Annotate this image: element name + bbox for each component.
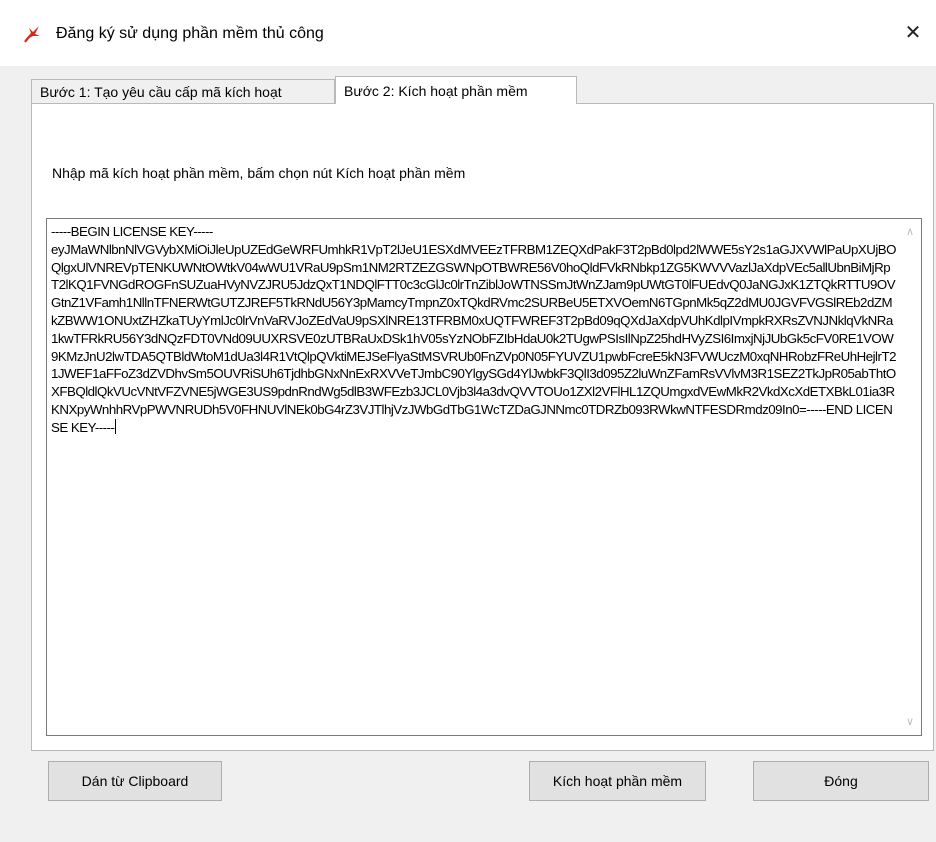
license-key-text[interactable]: -----BEGIN LICENSE KEY----- eyJMaWNlbnNl… <box>51 223 897 731</box>
license-key-textarea[interactable]: -----BEGIN LICENSE KEY----- eyJMaWNlbnNl… <box>46 218 922 736</box>
text-caret <box>115 418 117 434</box>
close-window-button[interactable]: ✕ <box>890 10 936 54</box>
paste-from-clipboard-button[interactable]: Dán từ Clipboard <box>48 761 222 801</box>
tab-step1[interactable]: Bước 1: Tạo yêu cầu cấp mã kích hoạt <box>31 79 335 103</box>
close-icon: ✕ <box>904 21 922 44</box>
vertical-scrollbar[interactable]: ∧ ∨ <box>899 219 921 735</box>
activate-software-button[interactable]: Kích hoạt phần mềm <box>529 761 706 801</box>
scroll-up-icon[interactable]: ∧ <box>905 227 915 238</box>
tab-step2[interactable]: Bước 2: Kích hoạt phần mềm <box>335 76 577 104</box>
tab-panel-step2: Nhập mã kích hoạt phần mềm, bấm chọn nút… <box>31 103 934 751</box>
title-bar: Đăng ký sử dụng phần mềm thủ công ✕ <box>0 0 936 66</box>
instruction-label: Nhập mã kích hoạt phần mềm, bấm chọn nút… <box>52 165 466 181</box>
app-logo-icon <box>24 26 40 43</box>
close-button[interactable]: Đóng <box>753 761 929 801</box>
scroll-down-icon[interactable]: ∨ <box>905 717 915 728</box>
dialog-client-area: Bước 1: Tạo yêu cầu cấp mã kích hoạt Bướ… <box>0 66 936 842</box>
window-title: Đăng ký sử dụng phần mềm thủ công <box>56 25 324 42</box>
